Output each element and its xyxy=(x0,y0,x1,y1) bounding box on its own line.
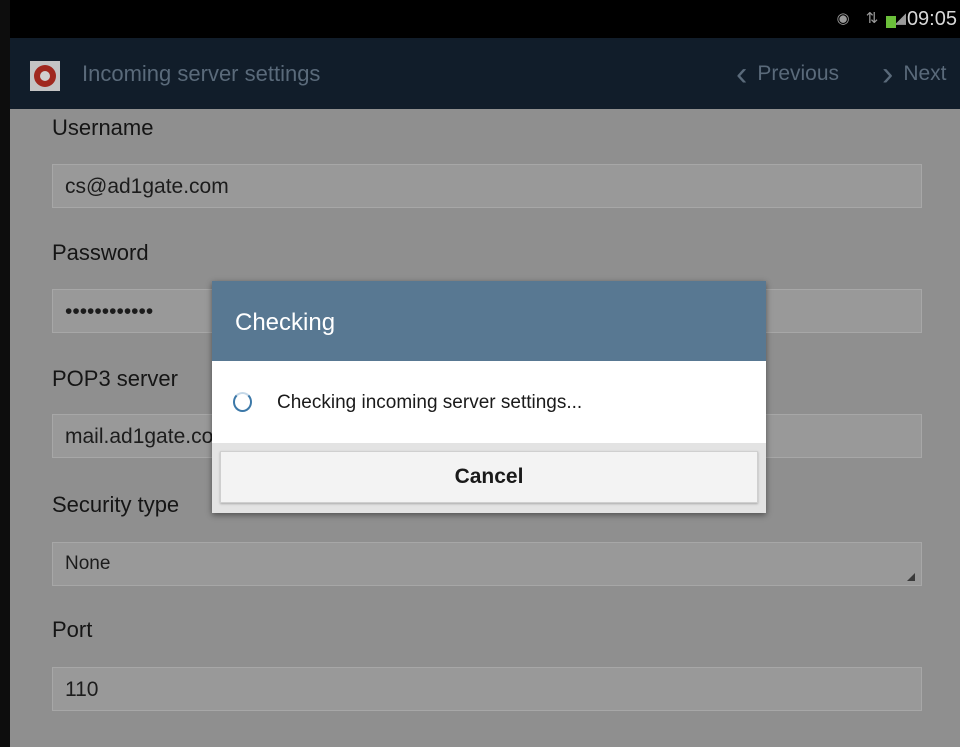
next-button[interactable]: › Next xyxy=(882,56,947,92)
cancel-button[interactable]: Cancel xyxy=(220,451,758,503)
dialog-title: Checking xyxy=(235,309,336,336)
security-type-dropdown[interactable]: None xyxy=(52,542,922,586)
dialog-footer: Cancel xyxy=(212,443,766,513)
status-time: 09:05 xyxy=(906,8,957,30)
screen-left-border xyxy=(0,0,10,747)
previous-button[interactable]: ‹ Previous xyxy=(736,56,839,92)
dialog-message: Checking incoming server settings... xyxy=(277,392,583,413)
battery-icon xyxy=(886,16,896,28)
dialog-body: Checking incoming server settings... xyxy=(212,361,766,443)
status-bar: ◉ ⇅ ◢ 09:05 xyxy=(10,0,960,38)
password-value: •••••••••••• xyxy=(65,300,154,323)
tablet-screen: ◉ ⇅ ◢ 09:05 Incoming server settings ‹ P… xyxy=(10,0,960,747)
chevron-right-icon: › xyxy=(882,55,894,93)
dialog-header: Checking xyxy=(212,281,766,361)
port-field[interactable]: 110 xyxy=(52,667,922,711)
security-type-value: None xyxy=(65,553,111,574)
security-type-label: Security type xyxy=(52,492,180,517)
pop3-server-label: POP3 server xyxy=(52,366,178,391)
password-label: Password xyxy=(52,240,149,265)
port-value: 110 xyxy=(65,678,99,701)
status-icons: ◉ ⇅ ◢ xyxy=(836,10,912,27)
next-label: Next xyxy=(903,62,947,85)
checking-dialog: Checking Checking incoming server settin… xyxy=(212,281,766,513)
dropdown-corner-icon xyxy=(907,573,915,581)
loading-spinner-icon xyxy=(233,392,252,412)
username-value: cs@ad1gate.com xyxy=(65,175,229,198)
email-app-icon xyxy=(30,61,60,91)
previous-label: Previous xyxy=(757,62,840,85)
pop3-server-value: mail.ad1gate.com xyxy=(65,425,231,448)
username-label: Username xyxy=(52,115,154,140)
username-field[interactable]: cs@ad1gate.com xyxy=(52,164,922,208)
action-bar: Incoming server settings ‹ Previous › Ne… xyxy=(10,38,960,109)
page-title: Incoming server settings xyxy=(82,61,321,86)
chevron-left-icon: ‹ xyxy=(736,55,748,93)
port-label: Port xyxy=(52,617,93,642)
